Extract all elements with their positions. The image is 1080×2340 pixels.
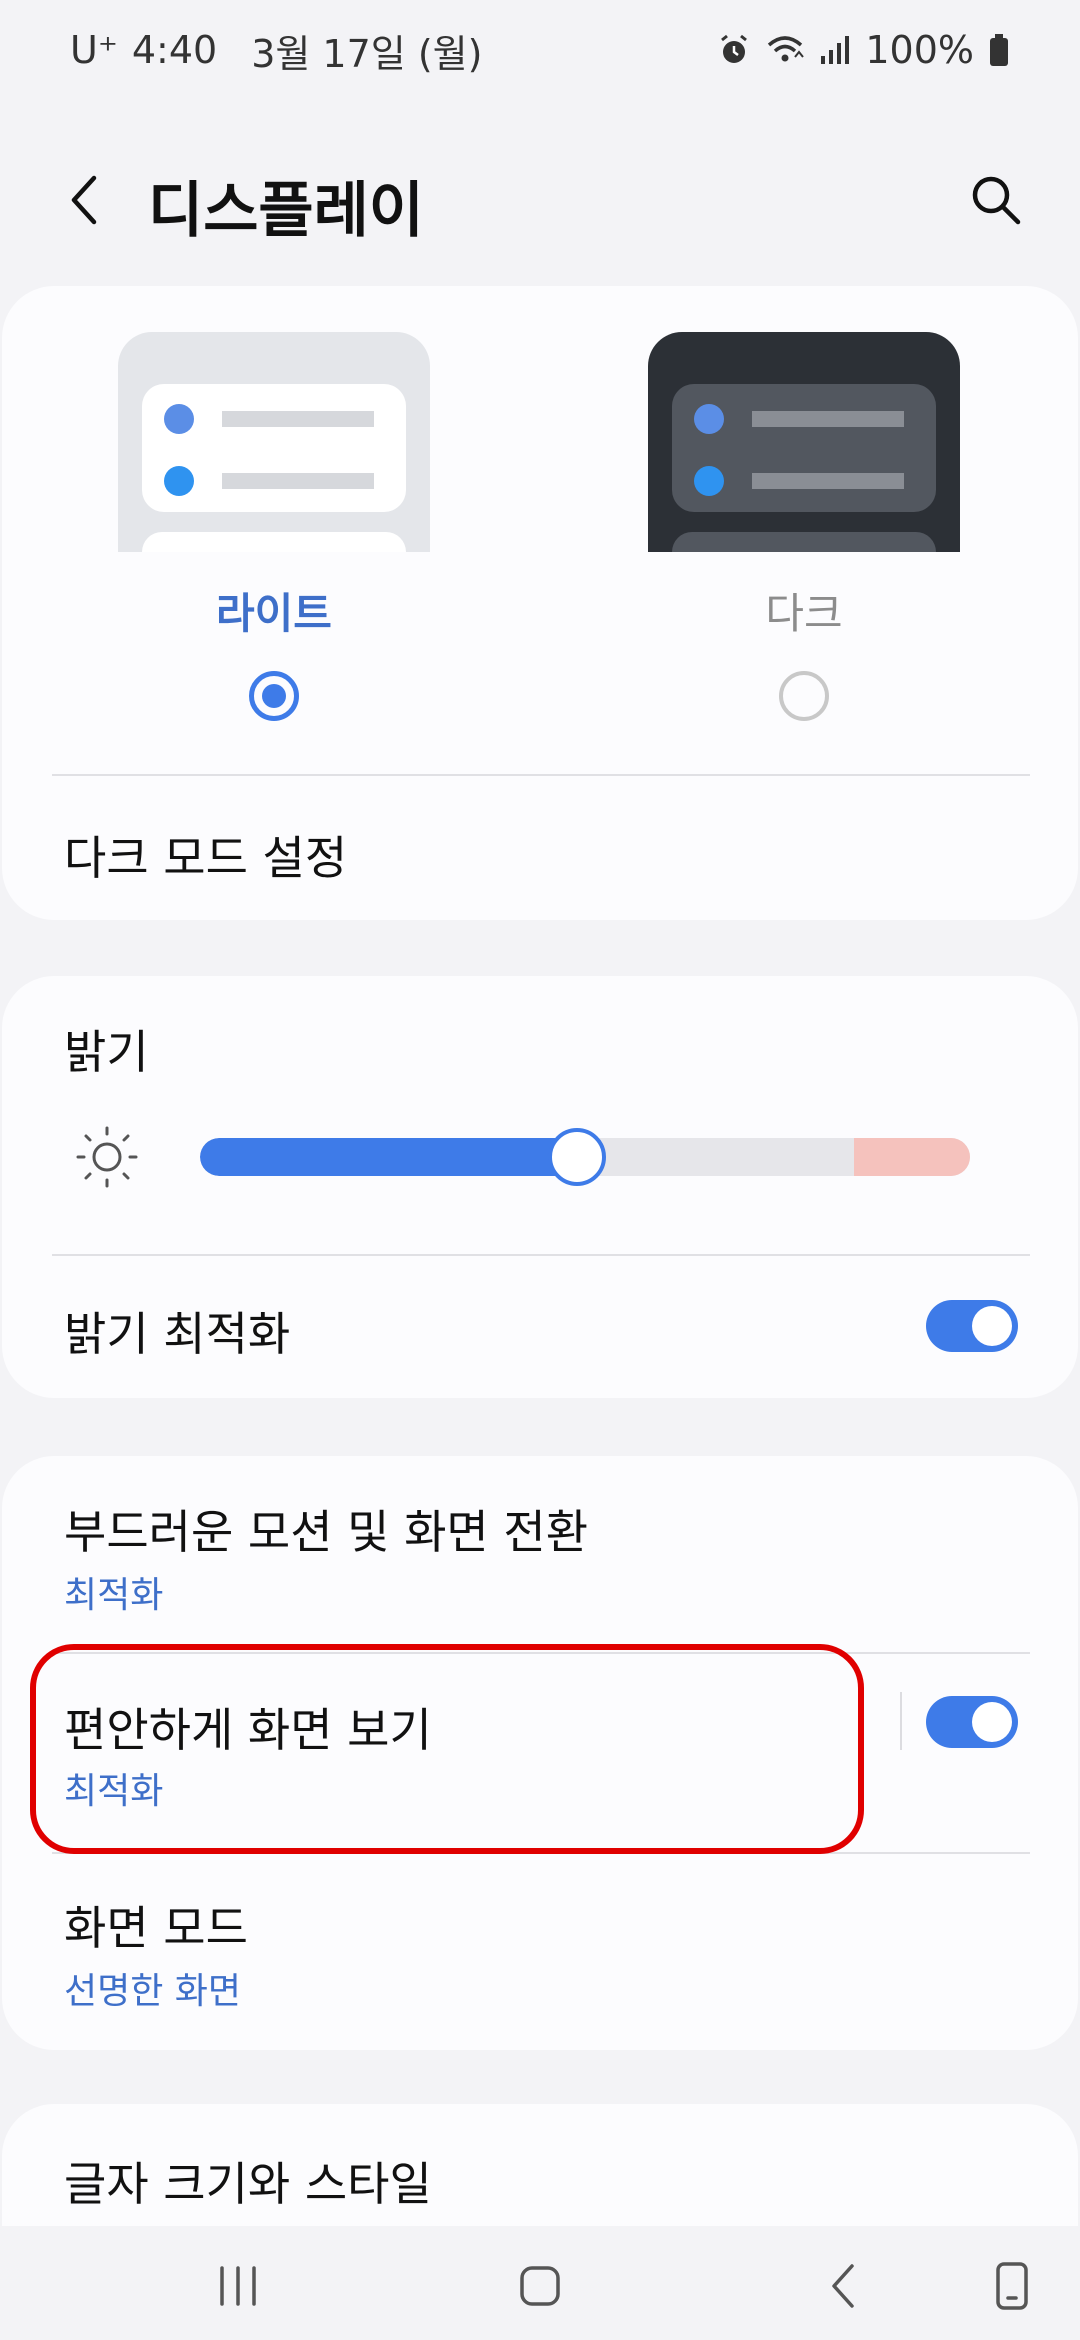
light-theme-preview	[118, 332, 430, 552]
keyboard-switch-button[interactable]	[982, 2256, 1042, 2316]
dark-theme-radio[interactable]	[779, 671, 829, 721]
preview-panel-bottom	[672, 532, 936, 552]
divider	[52, 1852, 1030, 1854]
status-right: 100%	[717, 28, 1010, 72]
divider	[52, 1254, 1030, 1256]
dark-theme-label: 다크	[765, 589, 843, 638]
back-button[interactable]	[58, 172, 114, 228]
preview-panel	[142, 384, 406, 512]
motion-smoothness-item[interactable]: 부드러운 모션 및 화면 전환	[64, 1496, 588, 1562]
home-icon	[520, 2266, 560, 2306]
search-button[interactable]	[966, 170, 1026, 230]
date-label: 3월 17일 (월)	[251, 31, 483, 76]
slider-thumb[interactable]	[548, 1128, 607, 1186]
battery-percent: 100%	[865, 28, 974, 72]
light-theme-label: 라이트	[216, 589, 332, 638]
divider	[52, 1652, 1030, 1654]
divider	[52, 774, 1030, 776]
eye-comfort-toggle[interactable]	[926, 1696, 1018, 1748]
search-icon	[972, 176, 1021, 225]
back-nav-button[interactable]	[814, 2256, 874, 2316]
motion-smoothness-value: 최적화	[64, 1575, 164, 1616]
eye-comfort-value: 최적화	[64, 1771, 164, 1812]
light-theme-radio[interactable]	[249, 671, 299, 721]
carrier-label: U⁺	[70, 28, 118, 72]
preview-panel	[672, 384, 936, 512]
brightness-title: 밝기	[64, 1025, 149, 1079]
brightness-card: 밝기 밝기 최적화	[2, 976, 1078, 1398]
sun-icon	[74, 1124, 140, 1190]
recent-apps-icon	[220, 2266, 256, 2306]
toggle-knob	[972, 1306, 1012, 1346]
slider-high-zone	[854, 1138, 970, 1176]
app-header: 디스플레이	[0, 140, 1080, 260]
theme-card: 라이트 다크 다크 모드 설정	[2, 286, 1078, 920]
light-theme-option[interactable]: 라이트	[118, 332, 430, 721]
preview-line	[752, 411, 904, 427]
status-left: U⁺ 4:40 3월 17일 (월)	[70, 23, 482, 78]
display-options-card: 부드러운 모션 및 화면 전환 최적화 편안하게 화면 보기 최적화 화면 모드…	[2, 1456, 1078, 2050]
adaptive-brightness-toggle[interactable]	[926, 1300, 1018, 1352]
dark-theme-option[interactable]: 다크	[648, 332, 960, 721]
keyboard-switch-icon	[996, 2262, 1028, 2310]
preview-line	[222, 411, 374, 427]
navigation-bar	[0, 2226, 1080, 2340]
dark-theme-preview	[648, 332, 960, 552]
preview-dot	[164, 466, 194, 496]
signal-icon	[819, 34, 851, 66]
battery-icon	[988, 33, 1010, 67]
alarm-icon	[717, 33, 751, 67]
dark-mode-settings-item[interactable]: 다크 모드 설정	[64, 822, 347, 888]
eye-comfort-item[interactable]: 편안하게 화면 보기	[64, 1694, 432, 1760]
wifi-icon	[765, 33, 805, 67]
slider-fill	[200, 1138, 578, 1176]
preview-panel-bottom	[142, 532, 406, 552]
vertical-separator	[900, 1692, 902, 1750]
font-size-style-item[interactable]: 글자 크기와 스타일	[64, 2148, 432, 2214]
recent-apps-button[interactable]	[208, 2256, 268, 2316]
clock: 4:40	[131, 28, 218, 72]
status-bar: U⁺ 4:40 3월 17일 (월) 100%	[0, 0, 1080, 100]
brightness-slider[interactable]	[200, 1128, 970, 1186]
chevron-left-icon	[71, 175, 97, 225]
preview-line	[752, 473, 904, 489]
preview-line	[222, 473, 374, 489]
adaptive-brightness-label: 밝기 최적화	[64, 1307, 291, 1361]
screen-mode-value: 선명한 화면	[64, 1971, 242, 2012]
preview-dot	[694, 404, 724, 434]
back-icon	[832, 2264, 854, 2308]
toggle-knob	[972, 1702, 1012, 1742]
screen-mode-item[interactable]: 화면 모드	[64, 1892, 248, 1958]
preview-dot	[694, 466, 724, 496]
preview-dot	[164, 404, 194, 434]
page-title: 디스플레이	[148, 176, 424, 246]
home-button[interactable]	[510, 2256, 570, 2316]
